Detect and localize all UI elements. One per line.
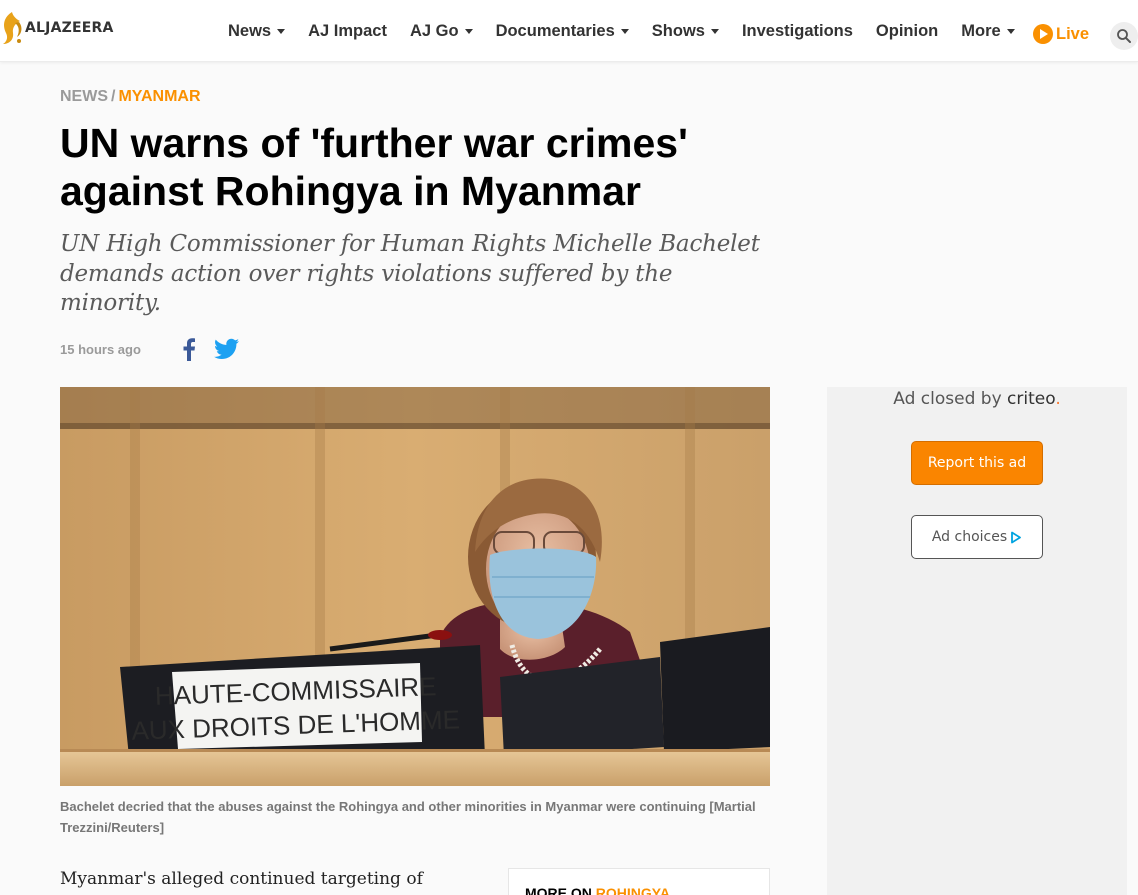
main-nav: News AJ Impact AJ Go Documentaries Shows… <box>228 0 1038 62</box>
nav-shows[interactable]: Shows <box>652 22 719 41</box>
criteo-logo: criteo. <box>1007 389 1061 409</box>
criteo-mark-icon: . <box>1055 389 1061 409</box>
more-on-box: MORE ON ROHINGYA <box>508 868 770 895</box>
nav-documentaries[interactable]: Documentaries <box>496 22 629 41</box>
nav-more-label: More <box>961 21 1001 40</box>
breadcrumb-topic[interactable]: MYANMAR <box>118 88 200 105</box>
article-body-paragraph: Myanmar's alleged continued targeting of… <box>60 869 423 889</box>
more-on-topic-link[interactable]: ROHINGYA <box>596 885 670 895</box>
nav-shows-label: Shows <box>651 21 705 40</box>
breadcrumb-section[interactable]: NEWS <box>60 88 108 105</box>
chevron-down-icon <box>620 28 629 34</box>
chevron-down-icon <box>464 28 473 34</box>
chevron-down-icon <box>277 28 286 34</box>
nav-aj-go-label: AJ Go <box>409 21 459 40</box>
play-icon <box>1033 24 1053 44</box>
ad-choices-label: Ad choices <box>931 529 1008 545</box>
article-headline: UN warns of 'further war crimes' against… <box>60 120 688 214</box>
nav-aj-impact[interactable]: AJ Impact <box>308 22 387 41</box>
more-on-prefix: MORE ON <box>525 885 592 895</box>
twitter-icon[interactable] <box>214 338 239 360</box>
report-ad-button[interactable]: Report this ad <box>911 441 1043 485</box>
ad-choices-button[interactable]: Ad choices <box>911 515 1043 559</box>
nav-investigations-label: Investigations <box>741 21 853 40</box>
aljazeera-logo-icon <box>3 12 22 44</box>
article-photo: HAUTE-COMMISSAIRE AUX DROITS DE L'HOMME <box>60 387 770 786</box>
nav-opinion-label: Opinion <box>875 21 939 40</box>
image-caption: Bachelet decried that the abuses against… <box>60 799 756 835</box>
breadcrumb: NEWS / MYANMAR <box>60 88 201 106</box>
logo-wordmark: ALJAZEERA <box>25 20 114 36</box>
nav-news-label: News <box>228 21 272 40</box>
chevron-down-icon <box>1006 28 1015 34</box>
search-button[interactable] <box>1110 22 1138 50</box>
criteo-wordmark: criteo <box>1007 389 1056 409</box>
nav-documentaries-label: Documentaries <box>495 21 615 40</box>
article-subheadline: UN High Commissioner for Human Rights Mi… <box>60 231 760 316</box>
chevron-down-icon <box>710 28 719 34</box>
site-logo[interactable]: ALJAZEERA <box>0 8 114 48</box>
search-icon <box>1117 29 1131 43</box>
breadcrumb-separator: / <box>111 88 116 105</box>
nav-opinion[interactable]: Opinion <box>876 22 938 41</box>
ad-panel: Ad closed by criteo. Report this ad Ad c… <box>827 387 1127 895</box>
site-header: ALJAZEERA News AJ Impact AJ Go Documenta… <box>0 0 1138 62</box>
nav-aj-impact-label: AJ Impact <box>308 21 387 40</box>
ad-closed-notice: Ad closed by criteo. <box>827 389 1127 409</box>
nav-aj-go[interactable]: AJ Go <box>410 22 473 41</box>
live-button[interactable]: Live <box>1033 24 1089 44</box>
nav-news[interactable]: News <box>228 21 286 41</box>
nav-investigations[interactable]: Investigations <box>742 22 853 41</box>
live-label: Live <box>1056 24 1090 43</box>
nav-more[interactable]: More <box>961 21 1015 41</box>
article-image: HAUTE-COMMISSAIRE AUX DROITS DE L'HOMME <box>60 387 770 786</box>
ad-closed-text: Ad closed by <box>893 389 1002 409</box>
adchoices-icon <box>1011 531 1022 543</box>
facebook-icon[interactable] <box>182 337 196 361</box>
published-time: 15 hours ago <box>60 342 141 357</box>
